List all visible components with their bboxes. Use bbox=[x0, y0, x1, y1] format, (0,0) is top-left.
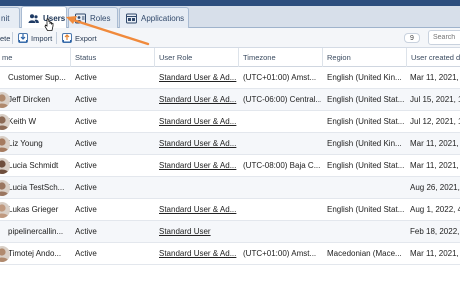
roles-icon bbox=[75, 13, 86, 24]
cell-region: English (United Stat... bbox=[327, 117, 405, 126]
record-count-badge: 9 bbox=[404, 33, 420, 43]
cell-name: Keith W bbox=[8, 117, 37, 126]
toolbar-divider bbox=[56, 32, 57, 44]
cell-region bbox=[327, 221, 405, 243]
cell-status: Active bbox=[75, 73, 97, 82]
cell-name: Jeff Dircken bbox=[8, 95, 51, 104]
tab-strip: nit Users Roles Applications bbox=[0, 6, 460, 29]
column-header-user-role[interactable]: User Role bbox=[154, 48, 238, 67]
cell-status: Active bbox=[75, 183, 97, 192]
cell-status: Active bbox=[75, 249, 97, 258]
table-row[interactable]: Timotej Ando... Active Standard User & Ad.… bbox=[0, 243, 460, 265]
cell-created: Jul 12, 2021, 1 bbox=[410, 117, 460, 126]
export-label: Export bbox=[75, 33, 97, 43]
toolbar-divider bbox=[12, 32, 13, 44]
cell-created: Jul 15, 2021, 1 bbox=[410, 95, 460, 104]
cell-role[interactable]: Standard User & Ad... bbox=[159, 67, 237, 89]
cell-created: Mar 11, 2021, 3 bbox=[410, 73, 460, 82]
cell-created: Feb 18, 2022, 0 bbox=[410, 227, 460, 236]
cell-status: Active bbox=[75, 205, 97, 214]
cell-role[interactable]: Standard User & Ad... bbox=[159, 111, 237, 133]
cell-name: pipelinercallin... bbox=[8, 227, 64, 236]
tab-label: nit bbox=[1, 13, 10, 23]
cell-region: English (United Stat... bbox=[327, 95, 405, 104]
cell-role[interactable]: Standard User bbox=[159, 221, 237, 243]
cell-region: Macedonian (Mace... bbox=[327, 249, 402, 258]
column-header-region[interactable]: Region bbox=[322, 48, 406, 67]
cell-timezone bbox=[243, 221, 321, 243]
table-row[interactable]: Jeff Dircken Active Standard User & Ad... (… bbox=[0, 89, 460, 111]
table-row[interactable]: Liz Young Active Standard User & Ad... Engl… bbox=[0, 133, 460, 155]
column-header-status[interactable]: Status bbox=[70, 48, 154, 67]
cell-created: Aug 1, 2022, 4 bbox=[410, 205, 460, 214]
search-input[interactable] bbox=[428, 30, 460, 45]
cell-timezone bbox=[243, 177, 321, 199]
toolbar: ete Import Export bbox=[0, 28, 460, 48]
tab-applications[interactable]: Applications bbox=[119, 7, 189, 28]
cell-status: Active bbox=[75, 227, 97, 236]
cell-region: English (United Kin... bbox=[327, 139, 402, 148]
import-label: Import bbox=[31, 33, 53, 43]
table-row[interactable]: Lukas Grieger Active Standard User & Ad...… bbox=[0, 199, 460, 221]
cell-role[interactable]: Standard User & Ad... bbox=[159, 89, 237, 111]
applications-icon bbox=[126, 13, 137, 24]
table-row[interactable]: Customer Sup... Active Standard User & Ad.… bbox=[0, 67, 460, 89]
tab-label: Applications bbox=[141, 13, 185, 23]
tab-unit[interactable]: nit bbox=[0, 7, 20, 28]
table-header: me Status User Role Timezone Region User… bbox=[0, 48, 460, 67]
tab-label: Roles bbox=[90, 13, 111, 23]
cell-timezone bbox=[243, 133, 321, 155]
table-row[interactable]: Lucia TestSch... Active Aug 26, 2021, 6 bbox=[0, 177, 460, 199]
table-row[interactable]: Keith W Active Standard User & Ad... Englis… bbox=[0, 111, 460, 133]
cell-status: Active bbox=[75, 95, 97, 104]
cell-role[interactable]: Standard User & Ad... bbox=[159, 243, 237, 265]
cell-name: Lucia Schmidt bbox=[8, 161, 59, 170]
cell-name: Timotej Ando... bbox=[8, 249, 62, 258]
export-icon bbox=[62, 33, 72, 43]
tab-roles[interactable]: Roles bbox=[68, 7, 118, 28]
cell-status: Active bbox=[75, 117, 97, 126]
cell-created: Mar 11, 2021, 3 bbox=[410, 161, 460, 170]
cell-timezone bbox=[243, 111, 321, 133]
cell-region: English (United Stat... bbox=[327, 161, 405, 170]
cell-timezone: (UTC+01:00) Amst... bbox=[243, 73, 317, 82]
import-icon bbox=[18, 33, 28, 43]
cell-timezone: (UTC-06:00) Central... bbox=[243, 95, 321, 104]
column-header-created-date[interactable]: User created date bbox=[406, 48, 460, 67]
cell-role[interactable]: Standard User & Ad... bbox=[159, 133, 237, 155]
cell-name: Liz Young bbox=[8, 139, 43, 148]
cell-name: Lucia TestSch... bbox=[8, 183, 65, 192]
cell-timezone bbox=[243, 199, 321, 221]
cell-status: Active bbox=[75, 161, 97, 170]
cell-name: Customer Sup... bbox=[8, 73, 66, 82]
table-row[interactable]: pipelinercallin... Active Standard User Feb… bbox=[0, 221, 460, 243]
cell-timezone: (UTC+01:00) Amst... bbox=[243, 249, 317, 258]
column-header-timezone[interactable]: Timezone bbox=[238, 48, 322, 67]
cell-role[interactable] bbox=[159, 177, 237, 199]
cell-role[interactable]: Standard User & Ad... bbox=[159, 155, 237, 177]
cell-created: Aug 26, 2021, 6 bbox=[410, 183, 460, 192]
users-icon bbox=[28, 13, 39, 24]
cell-name: Lukas Grieger bbox=[8, 205, 59, 214]
table-row[interactable]: Lucia Schmidt Active Standard User & Ad...… bbox=[0, 155, 460, 177]
cell-region: English (United Stat... bbox=[327, 205, 405, 214]
column-header-name[interactable]: me bbox=[0, 48, 70, 67]
cell-status: Active bbox=[75, 139, 97, 148]
cell-region: English (United Kin... bbox=[327, 73, 402, 82]
export-button[interactable]: Export bbox=[58, 31, 101, 45]
cell-region bbox=[327, 177, 405, 199]
cell-role[interactable]: Standard User & Ad... bbox=[159, 199, 237, 221]
delete-label: ete bbox=[0, 33, 11, 43]
cell-timezone: (UTC-08:00) Baja C... bbox=[243, 161, 321, 170]
mouse-cursor-icon bbox=[44, 18, 54, 31]
cell-created: Mar 11, 2021, 3 bbox=[410, 139, 460, 148]
cell-created: Mar 11, 2021, 3 bbox=[410, 249, 460, 258]
import-button[interactable]: Import bbox=[14, 31, 56, 45]
